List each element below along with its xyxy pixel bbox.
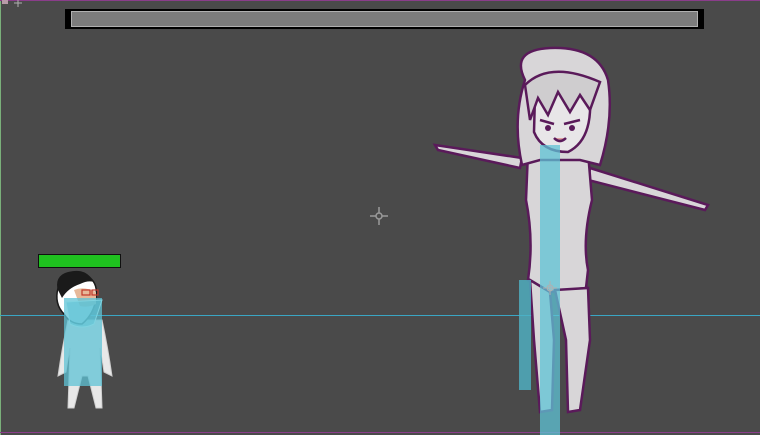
enemy-body (432, 46, 710, 414)
corner-pivot-icon (2, 0, 22, 7)
player-health-bar (38, 254, 121, 268)
boss-health-fill (72, 12, 697, 26)
crosshair-icon (370, 207, 388, 225)
viewport-top-border (0, 0, 760, 1)
enemy-attack-hitbox (519, 280, 531, 390)
player-character[interactable] (48, 268, 120, 418)
game-viewport[interactable] (0, 0, 760, 435)
enemy-character[interactable] (430, 40, 720, 435)
viewport-left-border (0, 0, 1, 435)
boss-health-bar-inner (71, 11, 698, 27)
player-health-fill (39, 255, 120, 267)
boss-health-bar (65, 9, 704, 29)
